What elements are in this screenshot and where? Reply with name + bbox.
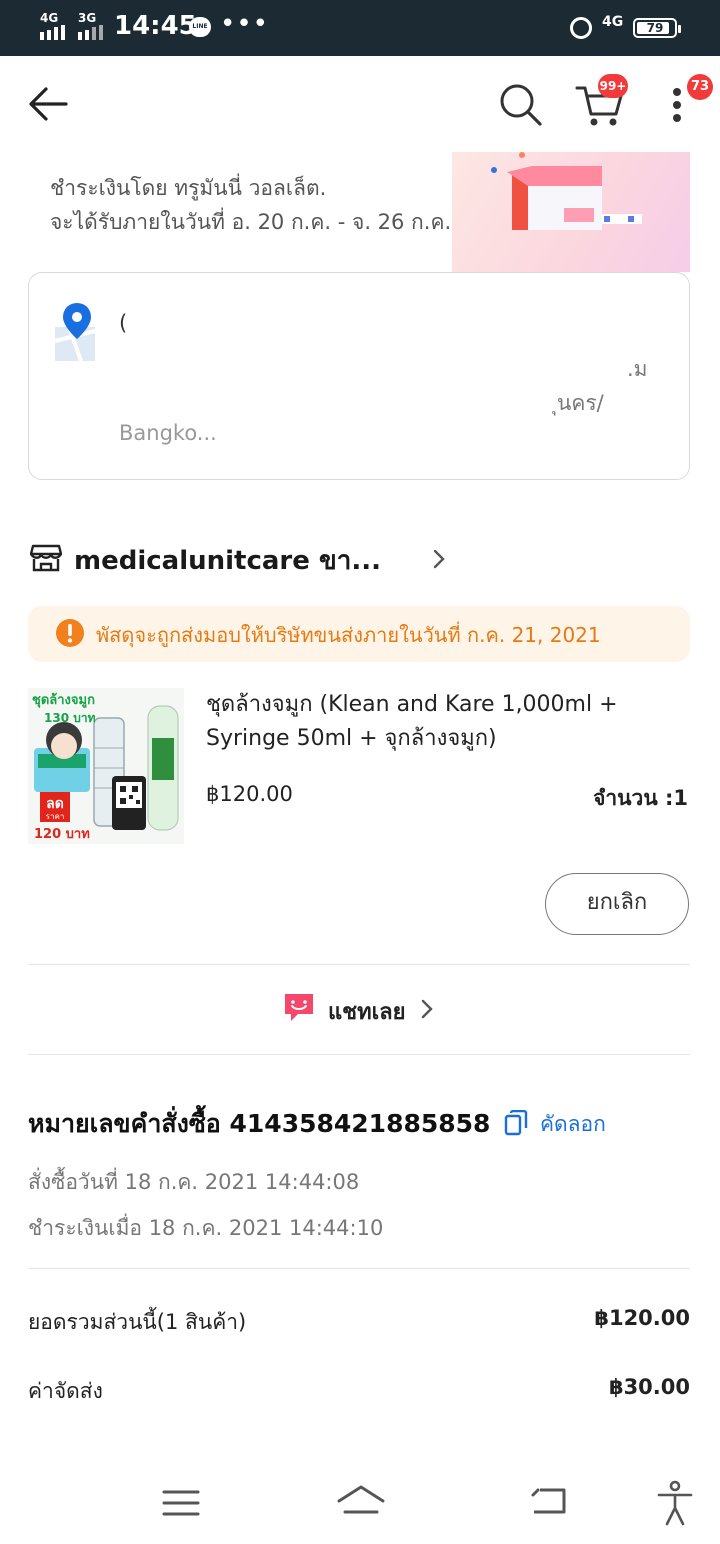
line-app-icon: LINE (189, 17, 211, 37)
product-photo: ลด ราคา ชุดล้างจมูก 130 บาท 120 บาท (28, 688, 184, 844)
network-type: 4G (602, 14, 624, 30)
payment-date: ชำระเงินเมื่อ 18 ก.ค. 2021 14:44:10 (28, 1216, 384, 1240)
notification-badge: 73 (687, 74, 713, 100)
copy-label: คัดลอก (540, 1112, 606, 1136)
search-icon (500, 84, 542, 126)
chat-icon (285, 994, 313, 1021)
package-illustration (452, 152, 690, 272)
product-image-sale: ลด (46, 796, 64, 812)
divider (28, 1054, 690, 1055)
app-header: 99+ 73 (0, 56, 720, 152)
more-vertical-icon (673, 88, 681, 122)
payment-method-text: ชำระเงินโดย ทรูมันนี่ วอลเล็ต. (50, 176, 327, 200)
alarm-icon (570, 17, 592, 39)
shipping-label: ค่าจัดส่ง (28, 1379, 103, 1403)
address-city: Bangko... (119, 421, 217, 445)
product-image-caption: ชุดล้างจมูก (32, 692, 95, 708)
signal-4g-icon: 4G (40, 11, 65, 40)
home-icon[interactable] (336, 1484, 386, 1520)
battery-icon: 79 (633, 18, 681, 38)
address-name: ( (119, 311, 128, 335)
arrow-left-icon (29, 87, 68, 121)
shop-name: medicalunitcare ขา... (74, 546, 381, 576)
clock: 14:45 (114, 11, 197, 41)
menu-icon[interactable] (162, 1488, 200, 1518)
battery-level: 79 (646, 21, 664, 35)
address-line-3: ุนคร/ (557, 391, 604, 415)
back-nav-icon[interactable] (530, 1486, 568, 1518)
address-card[interactable]: ( .ม ุนคร/ Bangko... (28, 272, 690, 480)
product-price: ฿120.00 (206, 782, 293, 806)
accessibility-icon[interactable] (656, 1480, 694, 1526)
back-button[interactable] (26, 84, 70, 124)
shop-row[interactable]: medicalunitcare ขา... (28, 532, 690, 584)
warning-icon (56, 619, 84, 647)
chevron-right-icon (433, 549, 445, 569)
status-bar: 4G 3G 14:45 LINE ••• 4G 79 (0, 0, 720, 56)
package-box-icon (491, 152, 642, 230)
delivery-info: ชำระเงินโดย ทรูมันนี่ วอลเล็ต. จะได้รับภ… (0, 152, 720, 272)
subtotal-label: ยอดรวมส่วนนี้(1 สินค้า) (28, 1310, 247, 1334)
order-date: สั่งซื้อวันที่ 18 ก.ค. 2021 14:44:08 (28, 1170, 360, 1194)
chat-label: แชทเลย (328, 1000, 406, 1025)
chevron-right-icon (421, 999, 433, 1019)
divider (28, 964, 690, 965)
order-number: หมายเลขคำสั่งซื้อ 414358421885858 (28, 1109, 491, 1138)
more-menu-button[interactable] (670, 86, 684, 124)
product-image-old-price: 130 บาท (44, 711, 96, 725)
product-image-new-price: 120 บาท (34, 827, 90, 842)
product-title: ชุดล้างจมูก (Klean and Kare 1,000ml + Sy… (206, 692, 618, 751)
divider (28, 1268, 690, 1269)
product-quantity: จำนวน :1 (593, 786, 688, 810)
signal-4g-label: 4G (40, 11, 59, 25)
signal-3g-icon: 3G (78, 11, 103, 40)
chat-seller-button[interactable]: แชทเลย (0, 980, 720, 1036)
shop-icon (30, 544, 62, 572)
signal-3g-label: 3G (78, 11, 97, 25)
copy-icon (504, 1110, 528, 1136)
delivery-eta-text: จะได้รับภายในวันที่ อ. 20 ก.ค. - จ. 26 ก… (50, 210, 452, 234)
search-button[interactable] (498, 82, 544, 128)
shipping-notice-text: พัสดุจะถูกส่งมอบให้บริษัทขนส่งภายในวันที… (96, 623, 601, 647)
product-image: ลด ราคา ชุดล้างจมูก 130 บาท 120 บาท (28, 688, 184, 844)
cart-button[interactable]: 99+ (574, 74, 628, 128)
subtotal-value: ฿120.00 (594, 1306, 690, 1330)
cart-count-badge: 99+ (598, 74, 628, 98)
system-nav-bar (0, 1460, 720, 1544)
location-pin-icon (54, 303, 96, 362)
cancel-order-button[interactable]: ยกเลิก (545, 873, 689, 935)
shipping-value: ฿30.00 (608, 1375, 690, 1399)
address-line-2: .ม (627, 357, 648, 381)
shipping-notice: พัสดุจะถูกส่งมอบให้บริษัทขนส่งภายในวันที… (28, 606, 690, 662)
more-notifications-icon: ••• (220, 9, 270, 39)
order-item[interactable]: ลด ราคา ชุดล้างจมูก 130 บาท 120 บาท ชุดล… (28, 688, 690, 848)
product-image-sale-sub: ราคา (46, 812, 65, 821)
